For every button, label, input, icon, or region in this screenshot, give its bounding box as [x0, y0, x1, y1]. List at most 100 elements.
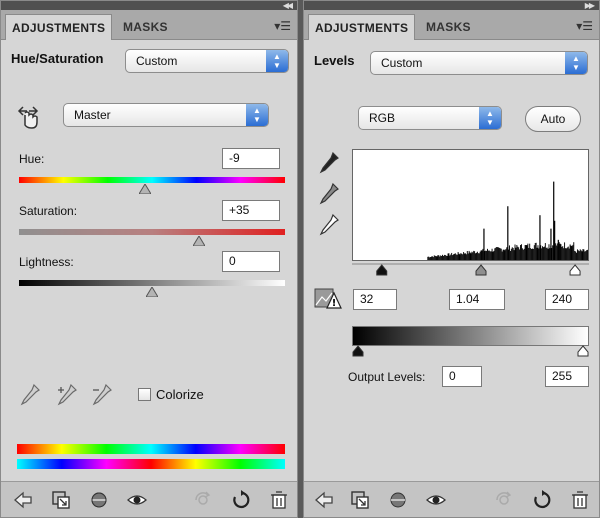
- histogram-peak: [554, 220, 556, 260]
- input-color-bar: [17, 444, 285, 454]
- histogram-bar: [549, 248, 551, 260]
- input-white-thumb[interactable]: [569, 264, 581, 276]
- eyedropper-minus-icon[interactable]: [91, 383, 115, 407]
- histogram-bar: [565, 248, 567, 260]
- input-black-field[interactable]: 32: [353, 289, 397, 310]
- histogram-bar: [578, 251, 580, 260]
- back-arrow-icon[interactable]: [13, 490, 33, 510]
- colorize-checkbox[interactable]: [138, 388, 151, 401]
- preset-dropdown[interactable]: Custom ▲ ▼: [370, 51, 588, 75]
- tab-adjustments[interactable]: ADJUSTMENTS: [5, 14, 113, 40]
- histogram-bar: [561, 246, 563, 260]
- output-white-field[interactable]: 255: [545, 366, 589, 387]
- targeted-adjustment-hand-icon[interactable]: [15, 103, 41, 129]
- output-levels-slider[interactable]: [352, 345, 589, 357]
- histogram-bar: [453, 254, 454, 260]
- histogram-bar: [502, 249, 504, 260]
- histogram-bar: [469, 252, 471, 260]
- eyedropper-icon[interactable]: [19, 383, 41, 407]
- histogram-bar: [440, 255, 442, 260]
- histogram-bar: [520, 244, 522, 260]
- histogram-bar: [435, 256, 437, 260]
- hue-slider-track[interactable]: [19, 177, 285, 183]
- histogram-bar: [428, 256, 430, 260]
- histogram-peak: [507, 206, 509, 260]
- histogram-bar: [535, 242, 537, 260]
- trash-icon[interactable]: [570, 490, 590, 510]
- lightness-field[interactable]: 0: [222, 251, 280, 272]
- expand-view-icon[interactable]: [51, 490, 71, 510]
- panel-collapse-strip[interactable]: ◀◀: [1, 1, 297, 10]
- visibility-eye-icon[interactable]: [426, 490, 446, 510]
- histogram-bar: [427, 256, 429, 260]
- histogram-bar: [449, 255, 451, 260]
- trash-icon[interactable]: [269, 490, 289, 510]
- gray-point-eyedropper-icon[interactable]: [318, 182, 340, 206]
- output-color-bar: [17, 459, 285, 469]
- input-black-thumb[interactable]: [376, 264, 388, 276]
- preset-value: Custom: [381, 56, 423, 70]
- hue-label: Hue:: [19, 152, 45, 166]
- histogram-bar: [487, 250, 489, 260]
- output-levels-label: Output Levels:: [348, 370, 426, 384]
- panel-toolbar: [1, 481, 297, 517]
- histogram-bar: [523, 248, 525, 260]
- histogram-bar: [527, 243, 529, 260]
- histogram-bar: [512, 248, 514, 260]
- saturation-slider-thumb[interactable]: [192, 236, 205, 246]
- histogram-bar: [526, 245, 528, 260]
- tab-adjustments[interactable]: ADJUSTMENTS: [308, 14, 416, 40]
- clipping-warning-icon[interactable]: !: [314, 287, 342, 311]
- histogram-bar: [442, 256, 444, 260]
- histogram-bar: [521, 248, 523, 260]
- reset-icon[interactable]: [231, 490, 251, 510]
- preset-dropdown[interactable]: Custom ▲ ▼: [125, 49, 289, 73]
- saturation-label: Saturation:: [19, 204, 78, 218]
- panel-menu-icon[interactable]: ▾☰: [274, 20, 291, 32]
- histogram-bar: [565, 248, 566, 260]
- input-gamma-thumb[interactable]: [475, 264, 487, 276]
- panel-menu-icon[interactable]: ▾☰: [576, 20, 593, 32]
- visibility-eye-icon[interactable]: [127, 490, 147, 510]
- eyedropper-plus-icon[interactable]: [56, 383, 80, 407]
- hue-slider-thumb[interactable]: [139, 184, 152, 194]
- histogram-bar: [536, 247, 538, 260]
- expand-view-icon[interactable]: [350, 490, 370, 510]
- histogram-bar: [443, 254, 445, 260]
- lightness-slider-track[interactable]: [19, 280, 285, 286]
- saturation-field[interactable]: +35: [222, 200, 280, 221]
- back-arrow-icon[interactable]: [314, 490, 334, 510]
- histogram-bar: [545, 247, 547, 260]
- previous-state-icon[interactable]: [193, 490, 213, 510]
- collapse-icon[interactable]: ◀◀: [283, 1, 293, 10]
- output-black-thumb[interactable]: [352, 345, 364, 357]
- input-levels-slider[interactable]: [352, 263, 589, 277]
- tab-masks[interactable]: MASKS: [420, 14, 477, 40]
- panel-collapse-strip[interactable]: ▶▶: [304, 1, 599, 10]
- histogram-bar: [537, 245, 539, 260]
- histogram-bar: [464, 253, 466, 260]
- clip-to-layer-icon[interactable]: [89, 490, 109, 510]
- auto-button[interactable]: Auto: [525, 106, 581, 132]
- hue-saturation-panel: ◀◀ ADJUSTMENTS MASKS ▾☰ Hue/Saturation C…: [0, 0, 298, 518]
- output-black-field[interactable]: 0: [442, 366, 482, 387]
- histogram-bar: [431, 256, 433, 260]
- panel-tab-bar: ADJUSTMENTS MASKS ▾☰: [1, 10, 297, 40]
- output-white-thumb[interactable]: [577, 345, 589, 357]
- histogram-bar: [532, 248, 534, 260]
- collapse-icon[interactable]: ▶▶: [585, 1, 595, 10]
- saturation-slider-track[interactable]: [19, 229, 285, 235]
- channel-dropdown[interactable]: Master ▲ ▼: [63, 103, 269, 127]
- hue-field[interactable]: -9: [222, 148, 280, 169]
- input-white-field[interactable]: 240: [545, 289, 589, 310]
- reset-icon[interactable]: [532, 490, 552, 510]
- input-gamma-field[interactable]: 1.04: [449, 289, 505, 310]
- lightness-slider-thumb[interactable]: [146, 287, 158, 297]
- clip-to-layer-icon[interactable]: [388, 490, 408, 510]
- white-point-eyedropper-icon[interactable]: [318, 213, 340, 237]
- previous-state-icon[interactable]: [494, 490, 514, 510]
- black-point-eyedropper-icon[interactable]: [318, 151, 340, 175]
- histogram-bar: [571, 246, 573, 260]
- channel-dropdown[interactable]: RGB ▲ ▼: [358, 106, 502, 130]
- tab-masks[interactable]: MASKS: [117, 14, 174, 40]
